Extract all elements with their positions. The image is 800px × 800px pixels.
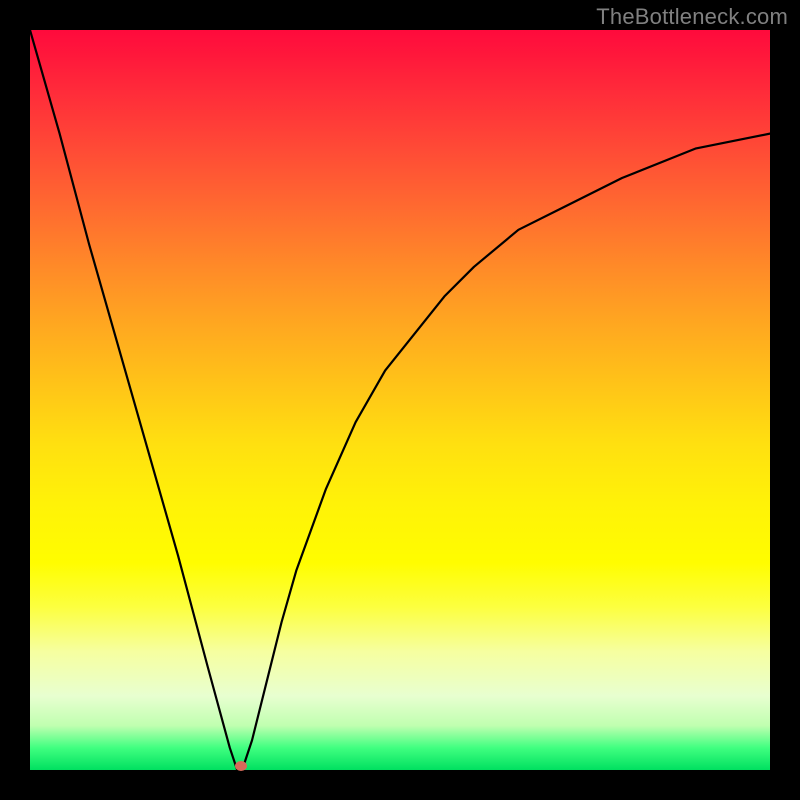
curve-path — [30, 30, 770, 770]
chart-frame: TheBottleneck.com — [0, 0, 800, 800]
bottleneck-curve — [30, 30, 770, 770]
watermark-text: TheBottleneck.com — [596, 4, 788, 30]
plot-area — [30, 30, 770, 770]
